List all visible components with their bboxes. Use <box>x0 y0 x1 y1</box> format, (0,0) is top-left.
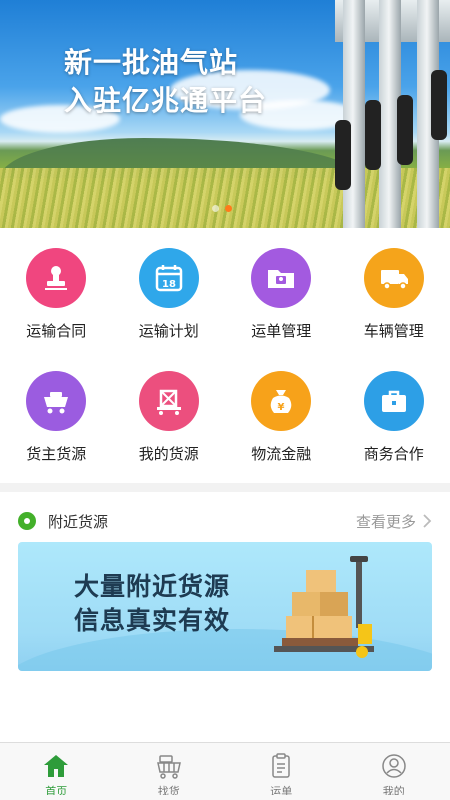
grid-item-label: 车辆管理 <box>363 323 424 340</box>
tab-label: 找货 <box>157 786 180 795</box>
cargo-icon <box>156 755 181 779</box>
cart-icon <box>26 371 87 431</box>
grid-item-my-cargo[interactable]: 我的货源 <box>113 371 226 464</box>
grid-item-label: 商务合作 <box>363 446 424 463</box>
nearby-cargo-promo-card[interactable]: 大量附近货源 信息真实有效 <box>18 542 432 671</box>
view-more-link[interactable]: 查看更多 <box>356 511 432 532</box>
location-dot-icon <box>18 512 36 530</box>
promo-line1: 大量附近货源 <box>74 573 231 601</box>
chevron-right-icon <box>423 514 432 528</box>
grid-item-label: 我的货源 <box>138 446 199 463</box>
tab-label: 首页 <box>45 786 68 795</box>
svg-text:¥: ¥ <box>278 402 285 413</box>
money-bag-icon: ¥ <box>251 371 312 431</box>
calendar-icon: 18 <box>138 248 199 308</box>
grid-item-label: 运输计划 <box>138 323 199 340</box>
tab-home[interactable]: 首页 <box>0 743 113 800</box>
promo-banner[interactable]: 新一批油气站 入驻亿兆通平台 <box>0 0 450 228</box>
svg-text:18: 18 <box>162 279 176 290</box>
tab-mine[interactable]: 我的 <box>338 743 450 800</box>
promo-text: 大量附近货源 信息真实有效 <box>74 570 230 638</box>
banner-title-line1: 新一批油气站 <box>64 47 239 78</box>
grid-item-label: 运单管理 <box>251 323 312 340</box>
pagination-dot[interactable] <box>212 205 219 212</box>
nearby-cargo-section: 附近货源 查看更多 大量附近货源 信息真实有效 <box>0 492 450 742</box>
app-root: 新一批油气站 入驻亿兆通平台 运输合同 18 运输计划 运单管理 车辆管理 货主… <box>0 0 450 800</box>
banner-title: 新一批油气站 入驻亿兆通平台 <box>64 44 267 120</box>
pagination-dot-active[interactable] <box>225 205 232 212</box>
grid-item-shipper-cargo[interactable]: 货主货源 <box>0 371 113 464</box>
grid-item-logistics-finance[interactable]: ¥ 物流金融 <box>225 371 338 464</box>
bottom-tab-bar: 首页 找货 运单 我的 <box>0 742 450 800</box>
function-grid: 运输合同 18 运输计划 运单管理 车辆管理 货主货源 我的货源 ¥ 物流金融 … <box>0 228 450 483</box>
clipboard-icon <box>272 753 290 778</box>
briefcase-icon <box>363 371 424 431</box>
banner-title-line2: 入驻亿兆通平台 <box>64 85 268 116</box>
grid-item-transport-contract[interactable]: 运输合同 <box>0 248 113 341</box>
folder-icon <box>251 248 312 308</box>
tab-label: 我的 <box>382 786 405 795</box>
grid-item-label: 物流金融 <box>251 446 312 463</box>
pallet-jack-illustration <box>274 556 374 658</box>
pallet-icon <box>138 371 199 431</box>
nearby-header: 附近货源 查看更多 <box>18 510 432 532</box>
truck-icon <box>363 248 424 308</box>
tab-find-cargo[interactable]: 找货 <box>113 743 226 800</box>
grid-item-label: 货主货源 <box>26 446 87 463</box>
home-icon <box>44 755 69 777</box>
grid-item-vehicle-management[interactable]: 车辆管理 <box>338 248 450 341</box>
view-more-label: 查看更多 <box>355 513 416 531</box>
gas-pumps-image <box>335 0 450 228</box>
grid-item-waybill-management[interactable]: 运单管理 <box>225 248 338 341</box>
grid-item-business-cooperation[interactable]: 商务合作 <box>338 371 450 464</box>
tab-label: 运单 <box>270 786 293 795</box>
promo-line2: 信息真实有效 <box>74 607 231 635</box>
user-icon <box>382 754 406 778</box>
stamp-icon <box>26 248 87 308</box>
tab-waybill[interactable]: 运单 <box>225 743 338 800</box>
banner-pagination <box>212 205 232 212</box>
grid-item-transport-plan[interactable]: 18 运输计划 <box>113 248 226 341</box>
nearby-title: 附近货源 <box>48 513 109 531</box>
grid-item-label: 运输合同 <box>26 323 87 340</box>
